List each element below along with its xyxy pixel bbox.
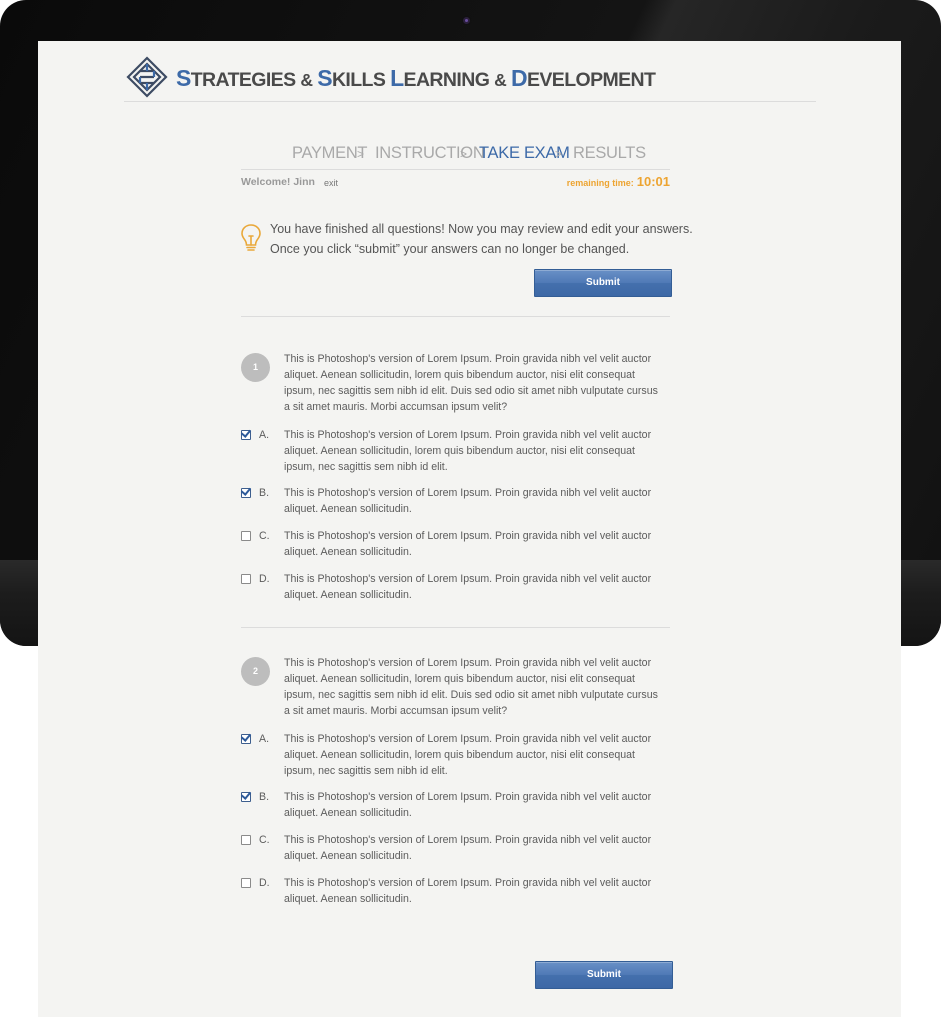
checkbox-icon[interactable]	[241, 835, 251, 845]
question-text-line: aliquet. Aenean sollicitudin, lorem quis…	[284, 673, 635, 685]
submit-button-top[interactable]: Submit	[534, 269, 672, 297]
remaining-time: remaining time: 10:01	[567, 174, 670, 189]
brand-amp: &	[300, 70, 313, 90]
question-text-line: a sit amet mauris. Morbi accumsan ipsum …	[284, 401, 508, 413]
option-letter: B.	[259, 791, 270, 803]
question-text-line: ipsum, nec sagittis sem nibh id elit. Du…	[284, 385, 658, 397]
option-letter: C.	[259, 834, 270, 846]
notice-message: You have finished all questions! Now you…	[270, 219, 693, 259]
notice-line: You have finished all questions! Now you…	[270, 222, 693, 236]
step-separator: >	[460, 147, 467, 161]
option-text-line: aliquet. Aenean sollicitudin, lorem quis…	[284, 445, 635, 457]
step-separator: >	[357, 147, 364, 161]
option-text-line: This is Photoshop's version of Lorem Ips…	[284, 791, 652, 803]
header-divider	[124, 101, 816, 102]
option-text-line: This is Photoshop's version of Lorem Ips…	[284, 877, 652, 889]
option-letter: C.	[259, 530, 270, 542]
question-text: This is Photoshop's version of Lorem Ips…	[284, 655, 679, 719]
question-number-badge: 1	[241, 353, 270, 382]
option-text: This is Photoshop's version of Lorem Ips…	[284, 789, 679, 821]
checkbox-checked-icon[interactable]	[241, 430, 251, 440]
steps-divider	[241, 169, 670, 170]
screen: STRATEGIES & SKILLS LEARNING & DEVELOPME…	[38, 41, 901, 1017]
step-instruction[interactable]: INSTRUCTION	[375, 144, 485, 163]
step-separator: >	[555, 147, 562, 161]
option-text-line: This is Photoshop's version of Lorem Ips…	[284, 487, 652, 499]
submit-button-bottom[interactable]: Submit	[535, 961, 673, 989]
brand-word: EVELOPMENT	[526, 69, 656, 91]
option-text-line: aliquet. Aenean sollicitudin.	[284, 546, 412, 558]
option-letter: D.	[259, 877, 270, 889]
option-text-line: ipsum, nec sagittis sem nibh id elit.	[284, 461, 448, 473]
question-text-line: This is Photoshop's version of Lorem Ips…	[284, 353, 652, 365]
option-text-line: aliquet. Aenean sollicitudin.	[284, 503, 412, 515]
remaining-time-label: remaining time:	[566, 178, 634, 188]
option-text: This is Photoshop's version of Lorem Ips…	[284, 427, 679, 475]
brand-initial: S	[176, 65, 191, 91]
checkbox-icon[interactable]	[241, 574, 251, 584]
option-text-line: This is Photoshop's version of Lorem Ips…	[284, 429, 652, 441]
welcome-text: Welcome! Jinn	[241, 176, 315, 188]
option-letter: A.	[259, 429, 270, 441]
option-text-line: This is Photoshop's version of Lorem Ips…	[284, 573, 652, 585]
option-text: This is Photoshop's version of Lorem Ips…	[284, 528, 679, 560]
question-text-line: This is Photoshop's version of Lorem Ips…	[284, 657, 652, 669]
brand-word: TRATEGIES	[190, 69, 301, 91]
option-text: This is Photoshop's version of Lorem Ips…	[284, 875, 679, 907]
section-divider	[241, 627, 670, 628]
question-text-line: a sit amet mauris. Morbi accumsan ipsum …	[284, 705, 508, 717]
checkbox-checked-icon[interactable]	[241, 792, 251, 802]
question-text: This is Photoshop's version of Lorem Ips…	[284, 351, 679, 415]
checkbox-icon[interactable]	[241, 878, 251, 888]
question-text-line: aliquet. Aenean sollicitudin, lorem quis…	[284, 369, 635, 381]
exit-link[interactable]: exit	[324, 178, 338, 188]
option-text-line: ipsum, nec sagittis sem nibh id elit.	[284, 765, 448, 777]
brand-title: STRATEGIES & SKILLS LEARNING & DEVELOPME…	[176, 65, 656, 92]
maze-logo-icon	[126, 56, 168, 98]
section-divider	[241, 316, 670, 317]
question-number-badge: 2	[241, 657, 270, 686]
camera-icon	[463, 17, 470, 24]
option-letter: B.	[259, 487, 270, 499]
brand-word: EARNING	[403, 69, 495, 91]
notice-line: Once you click “submit” your answers can…	[270, 242, 630, 256]
option-text-line: This is Photoshop's version of Lorem Ips…	[284, 530, 652, 542]
option-text-line: aliquet. Aenean sollicitudin.	[284, 850, 412, 862]
option-letter: A.	[259, 733, 270, 745]
option-text: This is Photoshop's version of Lorem Ips…	[284, 832, 679, 864]
remaining-time-value: 10:01	[636, 174, 670, 189]
option-text-line: aliquet. Aenean sollicitudin.	[284, 589, 412, 601]
checkbox-checked-icon[interactable]	[241, 734, 251, 744]
brand-initial: S	[317, 65, 332, 91]
option-text: This is Photoshop's version of Lorem Ips…	[284, 571, 679, 603]
option-text-line: aliquet. Aenean sollicitudin.	[284, 893, 412, 905]
brand-amp: &	[494, 70, 507, 90]
lightbulb-icon	[241, 224, 261, 251]
progress-steps: PAYMENT > INSTRUCTION > TAKE EXAM > RESU…	[241, 144, 670, 166]
brand-initial: D	[510, 65, 528, 91]
checkbox-icon[interactable]	[241, 531, 251, 541]
step-results[interactable]: RESULTS	[573, 144, 646, 163]
question-text-line: ipsum, nec sagittis sem nibh id elit. Du…	[284, 689, 658, 701]
option-text-line: aliquet. Aenean sollicitudin, lorem quis…	[284, 749, 635, 761]
brand-word: KILLS	[331, 69, 391, 91]
option-text-line: aliquet. Aenean sollicitudin.	[284, 807, 412, 819]
brand-initial: L	[390, 65, 404, 91]
option-text: This is Photoshop's version of Lorem Ips…	[284, 731, 679, 779]
option-letter: D.	[259, 573, 270, 585]
option-text-line: This is Photoshop's version of Lorem Ips…	[284, 834, 652, 846]
step-payment[interactable]: PAYMENT	[292, 144, 368, 163]
checkbox-checked-icon[interactable]	[241, 488, 251, 498]
option-text-line: This is Photoshop's version of Lorem Ips…	[284, 733, 652, 745]
option-text: This is Photoshop's version of Lorem Ips…	[284, 485, 679, 517]
